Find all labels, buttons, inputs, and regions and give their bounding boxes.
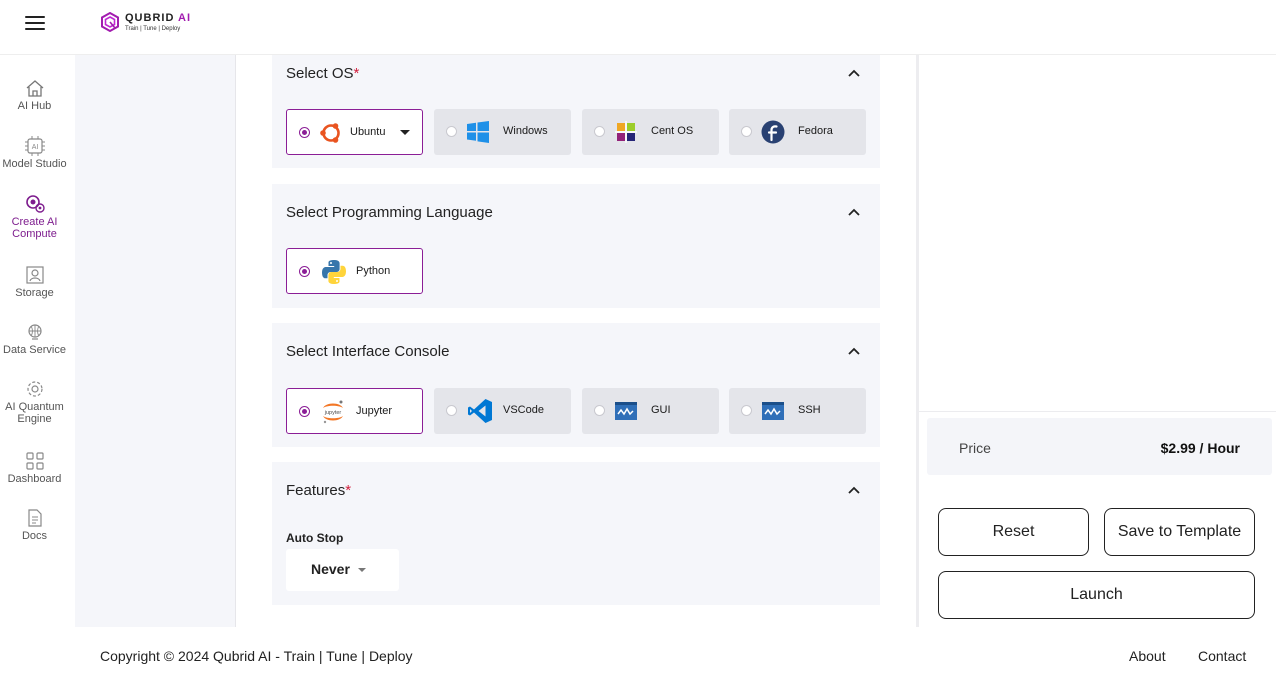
os-option-label: Ubuntu xyxy=(350,126,386,138)
launch-button[interactable]: Launch xyxy=(938,571,1255,619)
language-option-label: Python xyxy=(356,265,391,277)
storage-icon xyxy=(25,266,44,284)
os-option-label: Windows xyxy=(503,125,548,137)
os-option-centos[interactable]: Cent OS xyxy=(582,109,719,155)
radio-button[interactable] xyxy=(594,126,605,137)
ubuntu-icon xyxy=(320,123,340,143)
compute-icon xyxy=(25,195,45,213)
gui-icon xyxy=(615,402,637,420)
sidebar-item-label: AI Quantum Engine xyxy=(5,401,64,425)
copyright-text: Copyright © 2024 Qubrid AI - Train | Tun… xyxy=(100,648,413,664)
top-bar: QUBRID AI Train | Tune | Deploy xyxy=(0,0,1276,55)
centos-icon xyxy=(615,121,637,143)
radio-button[interactable] xyxy=(299,406,310,417)
summary-area xyxy=(919,55,1276,412)
logo-name: QUBRID xyxy=(125,11,175,24)
auto-stop-select[interactable]: Never xyxy=(286,549,399,591)
dropdown-caret-icon[interactable] xyxy=(400,130,410,135)
ssh-icon xyxy=(762,402,784,420)
summary-panel: Price $2.99 / Hour Reset Save to Templat… xyxy=(916,55,1276,627)
console-option-gui[interactable]: GUI xyxy=(582,388,719,434)
data-service-icon xyxy=(27,324,42,340)
radio-button[interactable] xyxy=(446,405,457,416)
sidebar-item-create-ai-compute[interactable]: Create AI Compute xyxy=(0,194,69,240)
grid-icon xyxy=(25,452,44,470)
os-option-fedora[interactable]: Fedora xyxy=(729,109,866,155)
console-option-label: VSCode xyxy=(503,404,544,416)
console-option-ssh[interactable]: SSH xyxy=(729,388,866,434)
sidebar-item-ai-quantum-engine[interactable]: AI Quantum Engine xyxy=(0,379,69,425)
chevron-up-icon[interactable] xyxy=(848,486,860,494)
console-option-label: GUI xyxy=(651,404,671,416)
radio-button[interactable] xyxy=(594,405,605,416)
save-to-template-button[interactable]: Save to Template xyxy=(1104,508,1255,556)
sidebar-item-label: Storage xyxy=(15,287,54,299)
radio-button[interactable] xyxy=(299,127,310,138)
svg-text:jupyter: jupyter xyxy=(324,410,342,416)
price-label: Price xyxy=(959,440,991,456)
auto-stop-label: Auto Stop xyxy=(286,531,344,545)
sidebar-item-label: AI Hub xyxy=(17,100,52,112)
sidebar-item-storage[interactable]: Storage xyxy=(0,265,69,299)
radio-button[interactable] xyxy=(741,405,752,416)
radio-button[interactable] xyxy=(741,126,752,137)
auto-stop-value: Never xyxy=(311,561,350,577)
language-option-python[interactable]: Python xyxy=(286,248,423,294)
vscode-icon xyxy=(468,399,492,423)
sidebar-item-docs[interactable]: Docs xyxy=(0,508,69,542)
home-icon xyxy=(26,80,43,97)
console-option-label: Jupyter xyxy=(356,405,393,417)
sidebar-item-label: Dashboard xyxy=(7,473,62,485)
svg-text:AI: AI xyxy=(31,144,38,151)
os-option-windows[interactable]: Windows xyxy=(434,109,571,155)
ai-chip-icon: AI xyxy=(24,136,45,156)
language-section-title: Select Programming Language xyxy=(286,204,493,221)
logo-ai: AI xyxy=(178,11,192,24)
document-icon xyxy=(27,509,42,527)
sidebar-item-data-service[interactable]: Data Service xyxy=(0,322,69,356)
logo[interactable]: QUBRID AI Train | Tune | Deploy xyxy=(100,12,191,32)
left-pane xyxy=(75,55,236,627)
sidebar-item-label: Docs xyxy=(21,530,48,542)
sidebar-item-label: Data Service xyxy=(3,344,66,356)
price-row: Price $2.99 / Hour xyxy=(927,418,1272,475)
console-option-vscode[interactable]: VSCode xyxy=(434,388,571,434)
os-section-title: Select OS* xyxy=(286,65,360,82)
sidebar-item-label: Create AI Compute xyxy=(11,216,58,240)
chevron-up-icon[interactable] xyxy=(848,69,860,77)
console-section-title: Select Interface Console xyxy=(286,343,450,360)
sidebar-item-dashboard[interactable]: Dashboard xyxy=(0,451,69,485)
sidebar-item-ai-hub[interactable]: AI Hub xyxy=(0,79,69,112)
quantum-icon xyxy=(26,381,43,397)
os-option-ubuntu[interactable]: Ubuntu xyxy=(286,109,423,155)
chevron-up-icon[interactable] xyxy=(848,347,860,355)
os-option-label: Fedora xyxy=(798,125,833,137)
reset-button[interactable]: Reset xyxy=(938,508,1089,556)
console-option-label: SSH xyxy=(798,404,821,416)
console-option-jupyter[interactable]: jupyter Jupyter xyxy=(286,388,423,434)
qubrid-logo-icon xyxy=(101,12,119,32)
sidebar-item-label: Model Studio xyxy=(2,158,67,170)
logo-tagline: Train | Tune | Deploy xyxy=(125,25,181,32)
python-icon xyxy=(322,260,346,284)
sidebar-item-model-studio[interactable]: AI Model Studio xyxy=(0,136,69,170)
footer: Copyright © 2024 Qubrid AI - Train | Tun… xyxy=(0,627,1276,678)
os-option-label: Cent OS xyxy=(651,125,694,137)
caret-down-icon xyxy=(358,568,366,572)
price-value: $2.99 / Hour xyxy=(1160,440,1240,456)
fedora-icon xyxy=(761,120,785,144)
features-section-title: Features* xyxy=(286,482,352,499)
chevron-up-icon[interactable] xyxy=(848,208,860,216)
sidebar: AI Hub AI Model Studio Create AI Compute… xyxy=(0,55,75,627)
hamburger-menu-icon[interactable] xyxy=(25,16,45,32)
about-link[interactable]: About xyxy=(1129,648,1166,664)
radio-button[interactable] xyxy=(446,126,457,137)
radio-button[interactable] xyxy=(299,266,310,277)
contact-link[interactable]: Contact xyxy=(1198,648,1246,664)
jupyter-icon: jupyter xyxy=(323,400,343,424)
windows-icon xyxy=(467,121,489,143)
